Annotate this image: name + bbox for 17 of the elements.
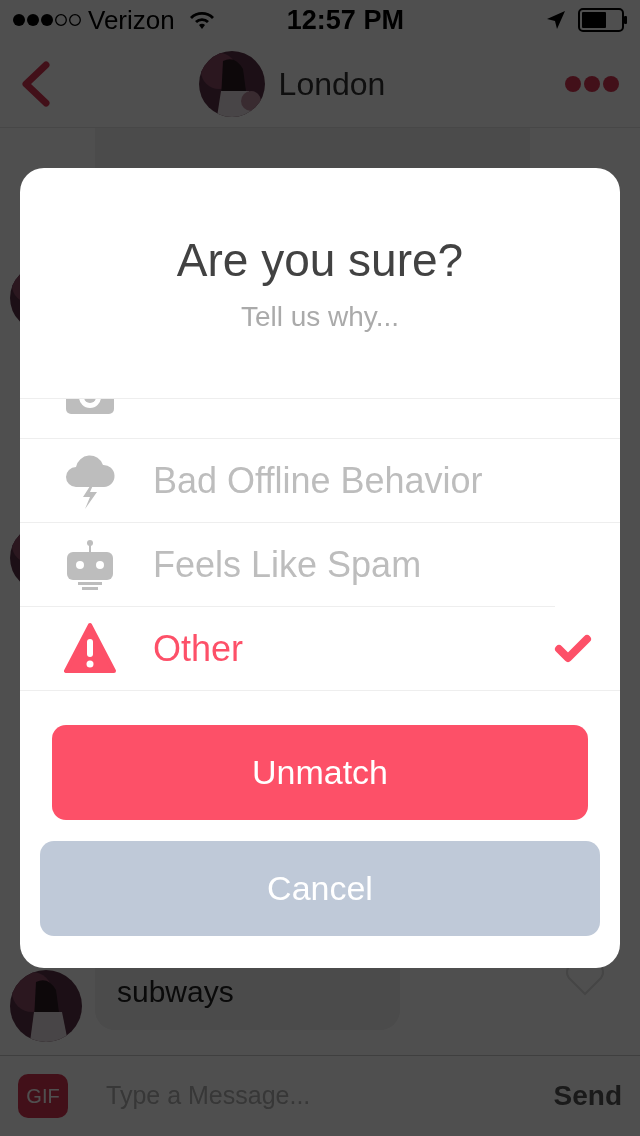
back-chevron-icon[interactable]: [20, 60, 50, 107]
unmatch-button[interactable]: Unmatch: [52, 725, 588, 820]
reason-option[interactable]: Other: [153, 621, 554, 676]
reason-option[interactable]: Feels Like Spam: [153, 537, 527, 592]
clock-time: 12:57 PM: [286, 3, 404, 37]
battery-icon: [578, 8, 628, 32]
more-options-icon[interactable]: [564, 74, 620, 93]
location-arrow-icon: [546, 10, 566, 30]
dialog-subtitle: Tell us why...: [240, 300, 400, 334]
checkmark-icon: [554, 633, 592, 664]
wifi-icon: [188, 10, 215, 30]
cancel-button[interactable]: Cancel: [40, 841, 600, 936]
carrier-name: Verizon: [88, 3, 175, 37]
match-name: London: [278, 64, 386, 104]
reason-option[interactable]: Bad Offline Behavior: [153, 453, 592, 508]
signal-icon: [12, 13, 82, 27]
dialog-title: Are you sure?: [176, 233, 464, 288]
